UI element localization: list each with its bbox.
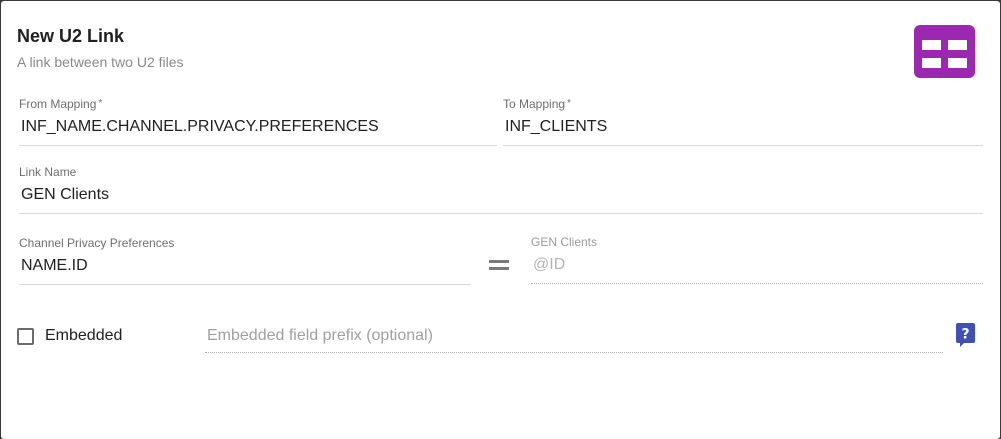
from-mapping-input[interactable]: INF_NAME.CHANNEL.PRIVACY.PREFERENCES [19,111,497,146]
target-key-label: GEN Clients [531,235,598,249]
dialog-subtitle: A link between two U2 files [17,54,184,70]
new-u2-link-dialog: New U2 Link A link between two U2 files … [1,1,1000,439]
svg-text:?: ? [961,327,969,343]
to-mapping-label: To Mapping * [503,97,571,111]
embedded-prefix-input[interactable]: Embedded field prefix (optional) [205,321,943,353]
dialog-title: New U2 Link [17,26,125,46]
embedded-checkbox-row[interactable]: Embedded [17,325,122,347]
source-key-field[interactable]: Channel Privacy Preferences NAME.ID [19,236,471,285]
link-name-field[interactable]: Link Name GEN Clients [19,165,983,214]
grid-layout-icon [914,25,975,78]
question-help-icon[interactable]: ? [956,323,975,347]
from-mapping-field[interactable]: From Mapping * INF_NAME.CHANNEL.PRIVACY.P… [19,97,497,146]
source-key-input[interactable]: NAME.ID [19,250,471,285]
link-name-input[interactable]: GEN Clients [19,179,983,214]
to-mapping-input[interactable]: INF_CLIENTS [503,111,983,146]
equals-sign [488,255,510,275]
link-name-label: Link Name [19,165,77,179]
source-key-label: Channel Privacy Preferences [19,236,175,250]
target-key-input: @ID [531,249,983,284]
target-key-field: GEN Clients @ID [531,235,983,284]
embedded-checkbox[interactable] [17,327,34,345]
from-mapping-label: From Mapping * [19,97,103,111]
embedded-label: Embedded [45,327,123,344]
to-mapping-field[interactable]: To Mapping * INF_CLIENTS [503,97,983,146]
